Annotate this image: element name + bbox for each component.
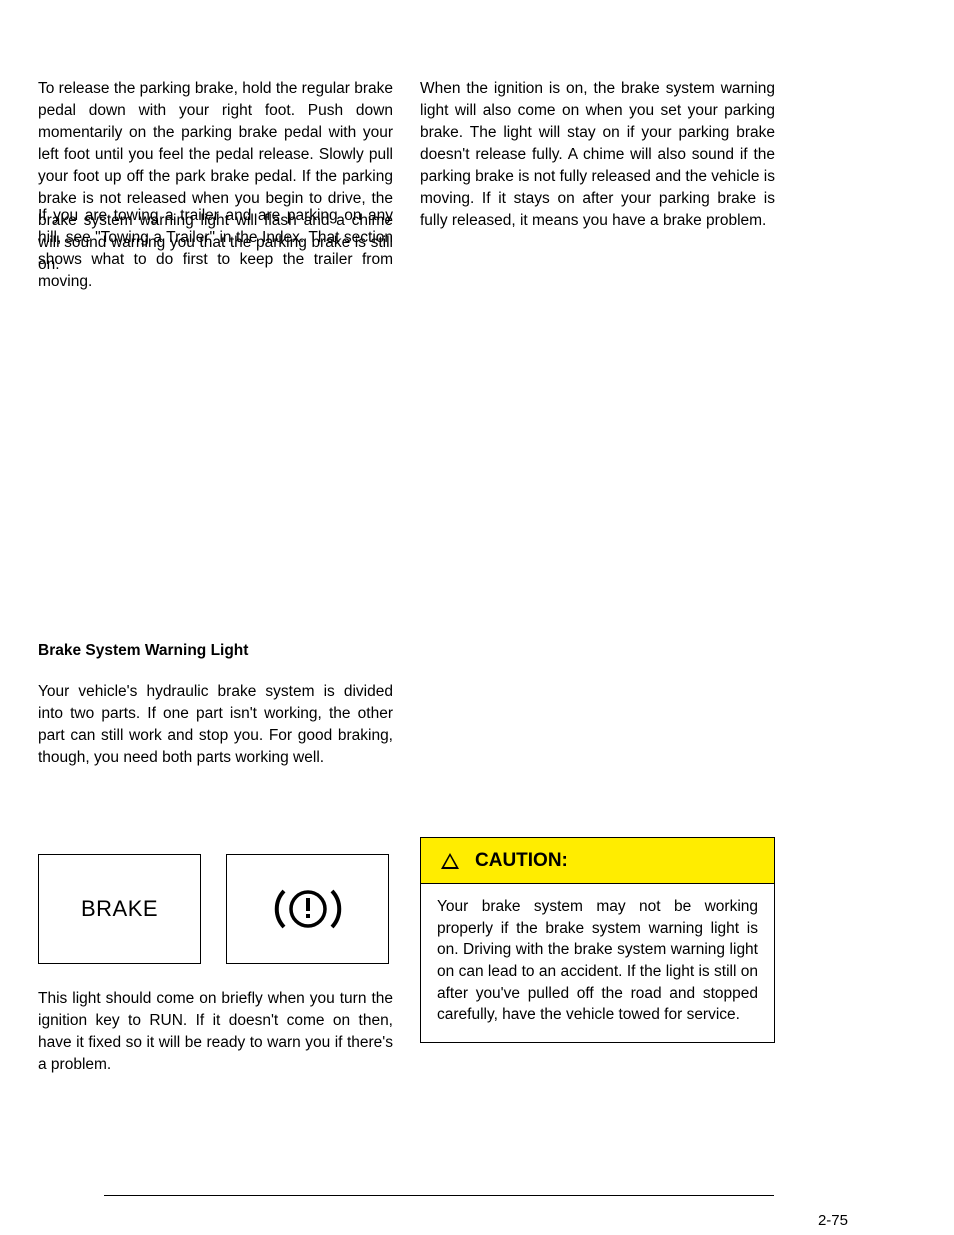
page: To release the parking brake, hold the r…	[0, 0, 954, 1235]
left-paragraph-4: Your vehicle's hydraulic brake system is…	[38, 681, 393, 769]
warning-triangle-icon: !	[441, 853, 459, 869]
footer-rule	[104, 1195, 774, 1196]
caution-label: CAUTION:	[475, 850, 568, 872]
page-number: 2-75	[818, 1212, 848, 1229]
figure-brake-canada	[226, 854, 389, 964]
figure-row: BRAKE	[38, 854, 389, 964]
caution-header: ! CAUTION:	[421, 838, 774, 884]
left-paragraph-2: If you are towing a trailer and are park…	[38, 205, 393, 293]
caution-body: Your brake system may not be working pro…	[421, 884, 774, 1042]
right-paragraph-1: When the ignition is on, the brake syste…	[420, 78, 775, 232]
brake-text-label: BRAKE	[81, 896, 158, 922]
left-paragraph-5: This light should come on briefly when y…	[38, 988, 393, 1076]
caution-box: ! CAUTION: Your brake system may not be …	[420, 837, 775, 1043]
brake-warning-icon	[270, 885, 346, 933]
section-heading-brake-warning: Brake System Warning Light	[38, 640, 393, 662]
left-paragraph-4a: Your vehicle's hydraulic brake system is…	[38, 683, 393, 766]
figure-brake-us: BRAKE	[38, 854, 201, 964]
